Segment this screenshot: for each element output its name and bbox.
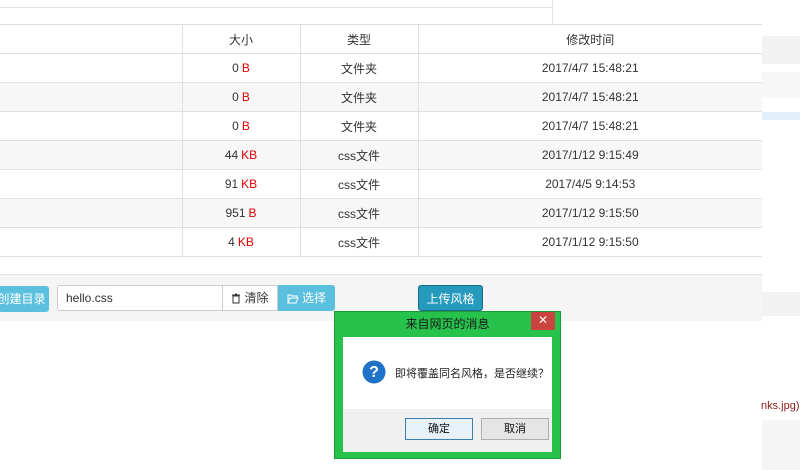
table-row[interactable]: 0 B 文件夹 2017/4/7 15:48:21 (0, 111, 762, 141)
file-type-cell: 文件夹 (300, 53, 419, 83)
file-size-value: 4 (228, 235, 235, 249)
svg-text:?: ? (369, 364, 379, 381)
divider (552, 0, 553, 24)
file-size-cell: 0B (182, 111, 301, 141)
dialog-close-button[interactable]: ✕ (531, 312, 555, 330)
table-row[interactable]: 0 B 文件夹 2017/4/7 15:48:21 (0, 82, 762, 112)
file-table: 大小 类型 修改时间 0 B 文件夹 2017/4/7 15:48:21 0 B 文件夹 20… (0, 25, 762, 257)
confirm-dialog: 来自网页的消息 ✕ ? 即将覆盖同名风格，是否继续？ 确定 取消 (334, 311, 561, 459)
column-header-name[interactable] (0, 25, 183, 54)
select-button-label: 选择 (301, 291, 326, 305)
file-modified-cell: 2017/4/7 15:48:21 (418, 53, 762, 83)
file-size-value: 91 (224, 177, 239, 191)
file-name-cell[interactable] (0, 198, 183, 228)
file-modified-cell: 2017/1/12 9:15:49 (418, 140, 762, 170)
file-modified-cell: 2017/1/12 9:15:50 (418, 198, 762, 228)
create-directory-button[interactable]: 创建目录 (0, 286, 49, 312)
dialog-footer: 确定 取消 (343, 409, 552, 452)
file-modified-cell: 2017/1/12 9:15:50 (418, 227, 762, 257)
file-size-value: 0 (232, 61, 239, 75)
side-panel-block (762, 72, 800, 98)
file-size-value: 951 (225, 206, 246, 220)
file-modified-cell: 2017/4/7 15:48:21 (418, 111, 762, 141)
upload-style-button[interactable]: 上传风格 (418, 285, 483, 311)
file-size-cell: 44 KB (182, 140, 301, 170)
file-size-cell: 0B (182, 82, 301, 112)
close-icon: ✕ (537, 313, 549, 327)
clear-button[interactable]: 清除 (223, 285, 278, 311)
file-name-cell[interactable] (0, 53, 183, 83)
side-panel-highlight (762, 112, 800, 120)
ok-button[interactable]: 确定 (405, 418, 473, 440)
trash-icon (231, 288, 241, 312)
table-row[interactable]: 4 KB css文件 2017/1/12 9:15:50 (0, 227, 762, 257)
table-row[interactable]: 44 KB css文件 2017/1/12 9:15:49 (0, 140, 762, 170)
side-panel-block (762, 420, 800, 470)
table-row[interactable]: 951 Bcss文件 2017/1/12 9:15:50 (0, 198, 762, 228)
divider (0, 7, 552, 8)
file-modified-cell: 2017/4/7 15:48:21 (418, 82, 762, 112)
file-size-unit: B (241, 90, 250, 104)
dialog-title: 来自网页的消息 (405, 317, 490, 331)
side-panel-block (762, 36, 800, 64)
top-toolbar-remnant (0, 0, 762, 25)
file-size-unit: KB (241, 148, 258, 162)
file-type-cell: css文件 (300, 227, 419, 257)
column-header-modified[interactable]: 修改时间 (418, 25, 762, 54)
table-row[interactable]: 91 KB css文件 2017/4/5 9:14:53 (0, 169, 762, 199)
file-size-unit: B (248, 206, 257, 220)
column-header-type[interactable]: 类型 (300, 25, 419, 54)
file-size-value: 44 (224, 148, 239, 162)
file-modified-cell: 2017/4/5 9:14:53 (418, 169, 762, 199)
file-type-cell: 文件夹 (300, 111, 419, 141)
filename-input[interactable] (57, 285, 223, 311)
file-type-cell: css文件 (300, 169, 419, 199)
file-name-cell[interactable] (0, 82, 183, 112)
folder-open-icon (287, 287, 299, 313)
dialog-body: ? 即将覆盖同名风格，是否继续？ 确定 取消 (343, 337, 552, 452)
file-type-cell: 文件夹 (300, 82, 419, 112)
file-size-cell: 91 KB (182, 169, 301, 199)
table-header-row: 大小 类型 修改时间 (0, 25, 762, 54)
file-size-cell: 0B (182, 53, 301, 83)
dialog-message-area: ? 即将覆盖同名风格，是否继续？ (343, 337, 552, 409)
file-type-cell: css文件 (300, 198, 419, 228)
file-size-unit: B (241, 119, 250, 133)
file-size-unit: KB (241, 177, 258, 191)
file-size-unit: B (241, 61, 250, 75)
file-size-value: 0 (232, 119, 239, 133)
cancel-button[interactable]: 取消 (481, 418, 549, 440)
file-name-cell[interactable] (0, 140, 183, 170)
table-row[interactable]: 0 B 文件夹 2017/4/7 15:48:21 (0, 53, 762, 83)
file-type-cell: css文件 (300, 140, 419, 170)
file-size-value: 0 (232, 90, 239, 104)
dialog-message: 即将覆盖同名风格，是否继续？ (395, 368, 549, 380)
select-file-button[interactable]: 选择 (278, 285, 335, 311)
file-name-cell[interactable] (0, 169, 183, 199)
question-icon: ? (362, 360, 386, 384)
file-size-unit: KB (237, 235, 254, 249)
file-name-cell[interactable] (0, 111, 183, 141)
file-size-cell: 4 KB (182, 227, 301, 257)
file-name-cell[interactable] (0, 227, 183, 257)
column-header-size[interactable]: 大小 (182, 25, 301, 54)
code-fragment: nks.jpg); (761, 400, 800, 412)
clear-button-label: 清除 (244, 291, 269, 305)
side-panel-block (762, 292, 800, 316)
file-size-cell: 951 B (182, 198, 301, 228)
